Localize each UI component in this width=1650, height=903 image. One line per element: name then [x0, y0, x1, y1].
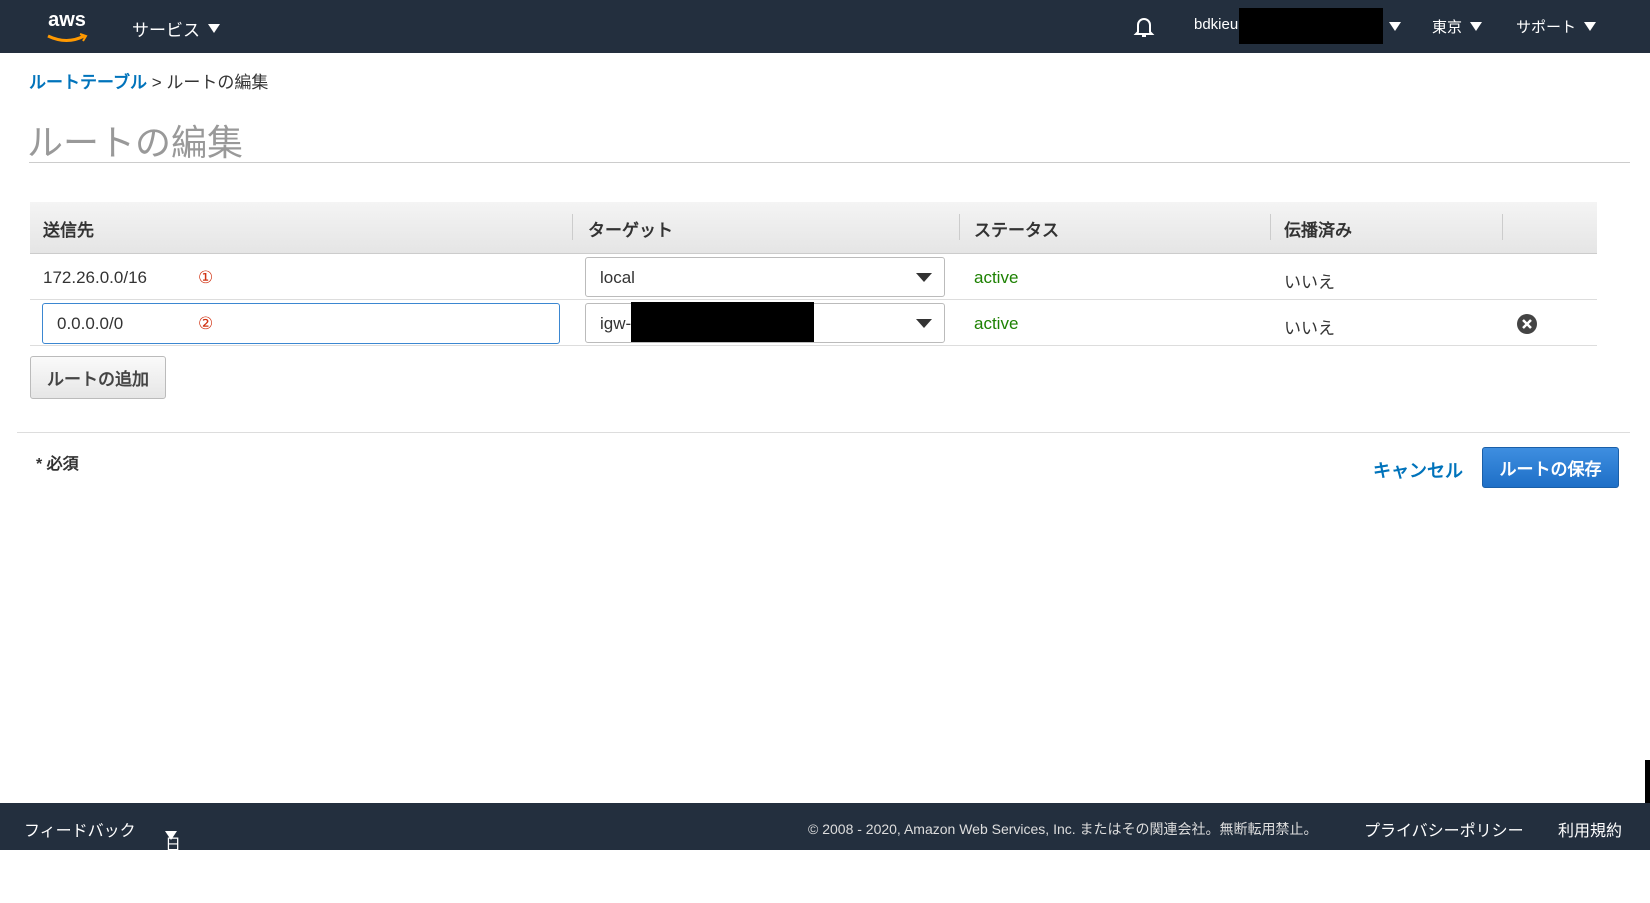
destination-input[interactable] [42, 303, 560, 344]
annotation-marker: ① [198, 268, 214, 287]
services-menu[interactable]: サービス [132, 16, 220, 41]
chevron-down-icon[interactable] [1389, 22, 1401, 31]
redacted-igw-id [631, 302, 814, 342]
column-target: ターゲット [588, 221, 673, 240]
propagated-value: いいえ [1284, 319, 1335, 338]
breadcrumb-current: ルートの編集 [166, 73, 269, 92]
top-nav: aws サービス bdkieu 東京 サポート [0, 0, 1650, 53]
chevron-down-icon [916, 273, 932, 282]
propagated-value: いいえ [1284, 273, 1335, 292]
remove-route-icon[interactable] [1516, 313, 1538, 335]
bell-icon[interactable] [1133, 15, 1155, 39]
aws-logo-text: aws [48, 9, 86, 31]
breadcrumb-separator: > [151, 73, 162, 92]
annotation-marker: ② [198, 314, 214, 333]
redacted-account [1239, 8, 1383, 44]
footer: フィードバック 日本語 © 2008 - 2020, Amazon Web Se… [0, 803, 1650, 902]
copyright: © 2008 - 2020, Amazon Web Services, Inc.… [808, 821, 1318, 837]
column-destination: 送信先 [43, 221, 94, 240]
services-label: サービス [132, 21, 200, 40]
terms-link[interactable]: 利用規約 [1558, 817, 1622, 841]
status-value: active [974, 314, 1019, 333]
table-header: 送信先 ターゲット ステータス 伝播済み [30, 202, 1597, 254]
breadcrumb-route-tables[interactable]: ルートテーブル [29, 73, 147, 92]
scrollbar[interactable] [1645, 760, 1650, 803]
required-note: * 必須 [36, 456, 79, 473]
target-select[interactable]: local [585, 257, 945, 297]
status-value: active [974, 268, 1019, 287]
page-title: ルートの編集 [27, 122, 244, 163]
target-value: igw- [600, 314, 632, 333]
table-row: 172.26.0.0/16 ① local active いいえ [30, 254, 1597, 300]
footer-divider [17, 432, 1630, 433]
feedback-link[interactable]: フィードバック [24, 817, 136, 841]
destination-value: 172.26.0.0/16 [43, 268, 147, 287]
aws-logo[interactable]: aws [44, 10, 90, 42]
add-route-button[interactable]: ルートの追加 [30, 356, 166, 399]
column-status: ステータス [974, 221, 1059, 240]
aws-smile-icon [47, 33, 88, 42]
region-label: 東京 [1432, 19, 1463, 36]
title-divider [29, 162, 1630, 163]
target-value: local [600, 268, 635, 287]
chevron-down-icon [916, 319, 932, 328]
chevron-down-icon [1470, 22, 1483, 31]
breadcrumb: ルートテーブル > ルートの編集 [29, 68, 268, 93]
save-routes-button[interactable]: ルートの保存 [1482, 447, 1619, 488]
chevron-down-icon [1584, 22, 1597, 31]
support-menu[interactable]: サポート [1516, 16, 1597, 37]
chevron-down-icon [208, 24, 220, 33]
account-menu[interactable]: bdkieu [1194, 16, 1238, 33]
chevron-down-icon [165, 831, 177, 840]
username: bdkieu [1194, 16, 1239, 33]
language-label: 日本語 [165, 837, 182, 902]
cancel-link[interactable]: キャンセル [1373, 457, 1463, 483]
support-label: サポート [1516, 19, 1577, 36]
column-propagated: 伝播済み [1284, 221, 1352, 240]
table-row: ② igw- active いいえ [30, 300, 1597, 346]
region-menu[interactable]: 東京 [1432, 16, 1483, 37]
privacy-link[interactable]: プライバシーポリシー [1364, 817, 1524, 841]
